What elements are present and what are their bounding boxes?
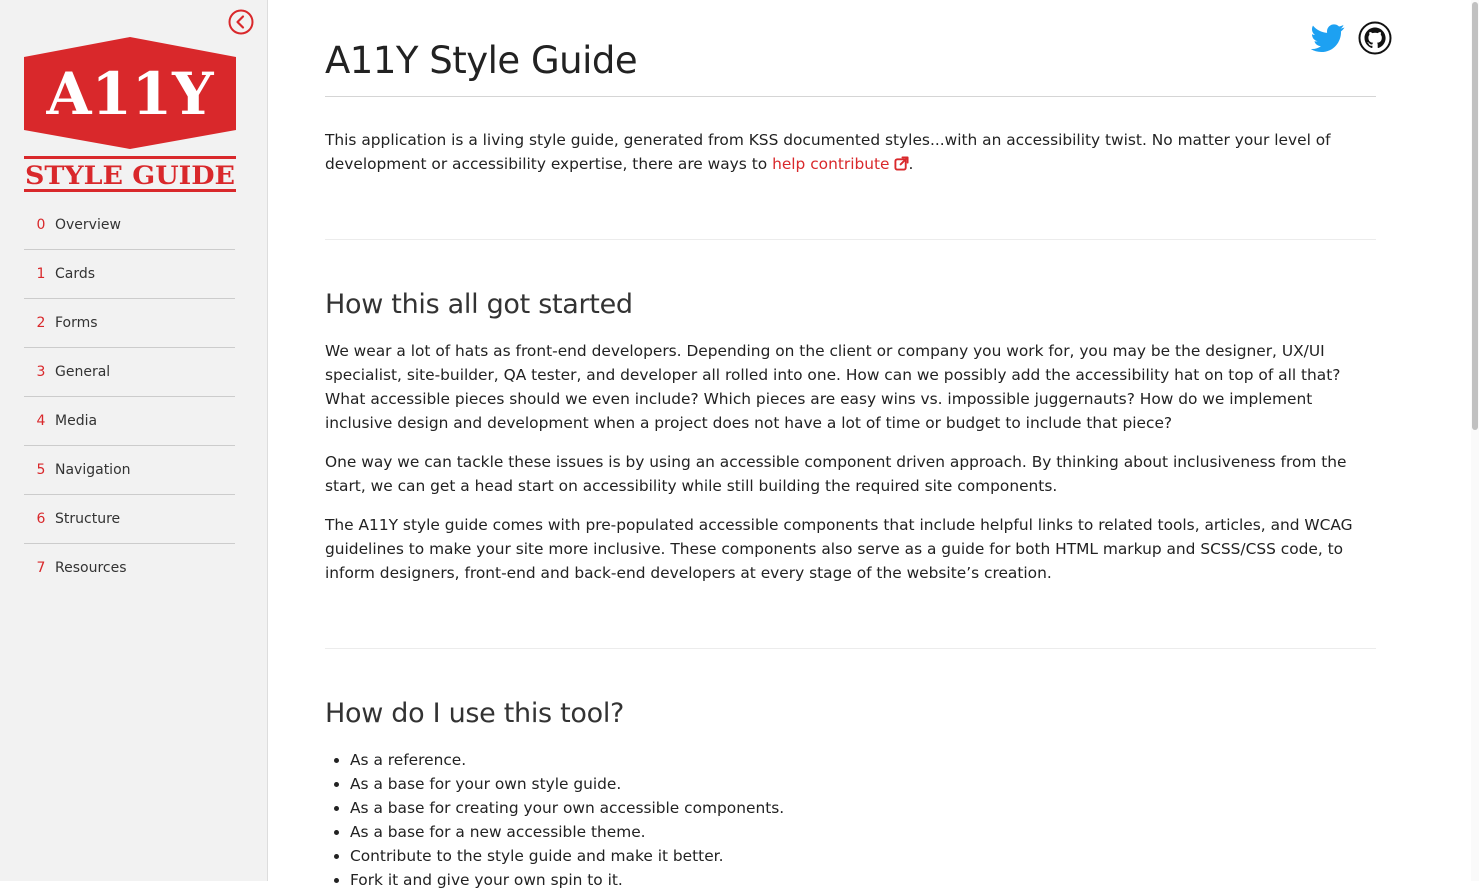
list-item: Fork it and give your own spin to it. [350, 868, 784, 892]
nav-label: Forms [55, 315, 98, 331]
nav-label: General [55, 364, 111, 380]
nav-label: Navigation [55, 462, 131, 478]
section-divider [325, 648, 1376, 649]
paragraph: One way we can tackle these issues is by… [325, 453, 1347, 495]
section-divider [325, 239, 1376, 240]
nav-label: Resources [55, 560, 127, 576]
list-item: Contribute to the style guide and make i… [350, 844, 784, 868]
sidebar-nav: 0 Overview 1 Cards 2 Forms 3 General 4 M… [24, 201, 235, 592]
nav-label: Cards [55, 266, 96, 282]
site-logo[interactable]: A11Y STYLE GUIDE [24, 37, 236, 195]
nav-number: 7 [36, 560, 46, 576]
sidebar-item-structure[interactable]: 6 Structure [24, 495, 235, 544]
nav-number: 3 [36, 364, 46, 380]
nav-number: 1 [36, 266, 46, 282]
nav-number: 5 [36, 462, 46, 478]
sidebar-item-resources[interactable]: 7 Resources [24, 544, 235, 592]
intro-text-end: . [908, 155, 914, 173]
paragraph: The A11Y style guide comes with pre-popu… [325, 516, 1353, 582]
section-heading: How do I use this tool? [325, 698, 625, 729]
sidebar-item-navigation[interactable]: 5 Navigation [24, 446, 235, 495]
list-item: As a base for your own style guide. [350, 772, 784, 796]
nav-label: Media [55, 413, 98, 429]
help-contribute-link[interactable]: help contribute [772, 155, 909, 173]
external-link-icon [894, 156, 909, 171]
list-item: As a base for creating your own accessib… [350, 796, 784, 820]
sidebar-item-general[interactable]: 3 General [24, 348, 235, 397]
logo-subtitle: STYLE GUIDE [25, 161, 235, 190]
nav-number: 4 [36, 413, 46, 429]
page-title: A11Y Style Guide [325, 39, 638, 82]
list-item: As a base for a new accessible theme. [350, 820, 784, 844]
sidebar-item-media[interactable]: 4 Media [24, 397, 235, 446]
sidebar-item-overview[interactable]: 0 Overview [24, 201, 235, 250]
intro-paragraph: This application is a living style guide… [325, 128, 1345, 176]
help-contribute-label: help contribute [772, 155, 890, 173]
nav-number: 2 [36, 315, 46, 331]
nav-number: 0 [36, 217, 46, 233]
sidebar-item-cards[interactable]: 1 Cards [24, 250, 235, 299]
collapse-sidebar-button[interactable] [228, 9, 254, 35]
nav-label: Structure [55, 511, 121, 527]
section-heading: How this all got started [325, 289, 633, 320]
list-item: As a reference. [350, 748, 784, 772]
sidebar: A11Y STYLE GUIDE 0 Overview 1 Cards 2 Fo… [0, 0, 268, 881]
logo-title: A11Y [45, 60, 214, 128]
sidebar-item-forms[interactable]: 2 Forms [24, 299, 235, 348]
nav-number: 6 [36, 511, 46, 527]
nav-label: Overview [55, 217, 121, 233]
usage-list: As a reference. As a base for your own s… [325, 748, 784, 892]
paragraph: We wear a lot of hats as front-end devel… [325, 342, 1341, 432]
chevron-left-circle-icon [228, 9, 254, 35]
title-divider [325, 96, 1376, 97]
scrollbar-thumb[interactable] [1472, 2, 1478, 430]
